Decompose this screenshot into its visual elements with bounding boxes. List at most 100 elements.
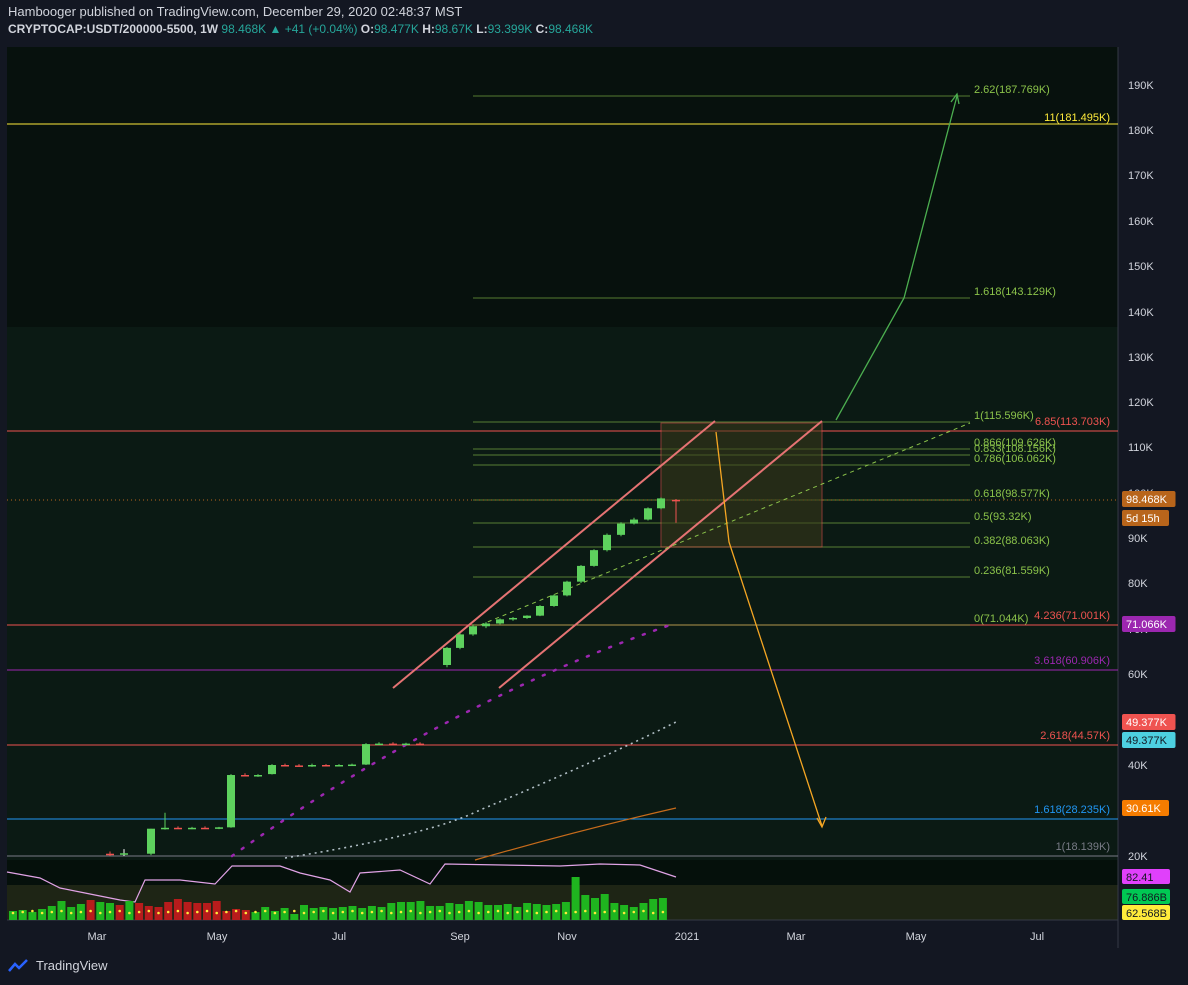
volume-ma-dot: [438, 909, 442, 913]
volume-ma-dot: [273, 911, 277, 915]
volume-ma-dot: [69, 911, 73, 915]
volume-ma-dot: [244, 911, 248, 915]
volume-ma-dot: [196, 910, 199, 914]
volume-bar: [280, 908, 289, 920]
footer: TradingView: [8, 958, 108, 973]
candle-body: [563, 581, 571, 596]
y-tick-label: 20K: [1128, 851, 1148, 863]
candle-body: [174, 827, 182, 830]
candle-body: [201, 827, 209, 830]
volume-ma-dot: [467, 909, 471, 913]
candle-body: [482, 623, 490, 627]
candle-body: [523, 615, 531, 618]
volume-ma-dot: [254, 910, 257, 914]
volume-ma-dot: [312, 910, 316, 914]
volume-bar: [513, 907, 522, 920]
price-badge: 49.377K: [1126, 717, 1168, 729]
volume-ma-dot: [40, 911, 44, 915]
candle-body: [295, 765, 303, 767]
volume-bar: [96, 902, 105, 920]
fib-label: 1(115.596K): [974, 410, 1034, 422]
volume-bar: [435, 906, 444, 920]
volume-bar: [571, 877, 580, 920]
volume-ma-dot: [545, 910, 548, 914]
volume-ma-dot: [370, 910, 374, 914]
candle-body: [254, 775, 262, 777]
candle-body: [617, 523, 625, 535]
volume-bar: [377, 907, 386, 920]
volume-ma-dot: [409, 909, 413, 913]
volume-ma-dot: [419, 911, 422, 915]
volume-bar: [629, 907, 638, 920]
candle-body: [536, 606, 544, 616]
volume-bar: [38, 909, 47, 920]
volume-ma-dot: [525, 909, 529, 913]
volume-bar: [319, 907, 328, 920]
volume-ma-dot: [574, 910, 577, 914]
x-tick-label: Jul: [1030, 931, 1044, 943]
y-tick-label: 180K: [1128, 125, 1154, 137]
volume-ma-dot: [263, 909, 267, 913]
candle-body: [402, 743, 410, 746]
volume-bar: [338, 907, 347, 920]
volume-ma-dot: [147, 909, 151, 913]
candle-body: [362, 744, 370, 765]
volume-bar: [561, 902, 570, 920]
x-tick-label: Mar: [787, 931, 806, 943]
volume-ma-dot: [399, 910, 403, 914]
fib-label: 0.236(81.559K): [974, 565, 1050, 577]
candle-body: [672, 499, 680, 502]
volume-ma-dot: [457, 910, 461, 914]
level-label: 3.618(60.906K): [1034, 655, 1110, 667]
x-tick-label: Nov: [557, 931, 577, 943]
volume-bar: [115, 905, 124, 920]
volume-ma-dot: [118, 909, 121, 913]
volume-ma-dot: [99, 911, 102, 915]
y-tick-label: 60K: [1128, 669, 1148, 681]
price-badge: 49.377K: [1126, 735, 1168, 747]
volume-ma-dot: [477, 911, 480, 915]
volume-bar: [241, 910, 250, 920]
x-tick-label: Jul: [332, 931, 346, 943]
candle-body: [550, 595, 558, 606]
y-tick-label: 170K: [1128, 170, 1154, 182]
volume-ma-dot: [603, 910, 606, 914]
volume-ma-dot: [157, 911, 160, 915]
volume-ma-dot: [390, 911, 393, 915]
y-tick-label: 120K: [1128, 397, 1154, 409]
volume-ma-dot: [293, 909, 296, 913]
volume-ma-dot: [564, 911, 568, 915]
candle-body: [241, 775, 249, 777]
candle-body: [106, 853, 114, 856]
fib-label: 0.382(88.063K): [974, 535, 1050, 547]
volume-bar: [183, 902, 192, 920]
volume-bar: [173, 899, 182, 920]
volume-ma-dot: [554, 909, 558, 913]
volume-badge: 82.41: [1126, 872, 1154, 884]
candle-body: [509, 617, 517, 620]
volume-bar: [649, 899, 658, 920]
volume-bar: [445, 903, 454, 920]
candle-body: [188, 827, 196, 830]
volume-bar: [591, 898, 599, 920]
fib-label: 0.5(93.32K): [974, 511, 1031, 523]
candle-body: [657, 498, 665, 509]
volume-bar: [144, 906, 153, 920]
volume-ma-dot: [535, 911, 539, 915]
x-tick-label: Sep: [450, 931, 470, 943]
volume-ma-dot: [89, 909, 92, 913]
plot-shade: [7, 47, 1118, 327]
level-label: 1(18.139K): [1056, 841, 1110, 853]
volume-bar: [28, 912, 37, 920]
volume-bar: [581, 895, 590, 920]
y-tick-label: 140K: [1128, 307, 1154, 319]
volume-ma-dot: [351, 909, 354, 913]
volume-ma-dot: [360, 911, 364, 915]
price-chart[interactable]: 190K180K170K160K150K140K130K120K110K100K…: [0, 0, 1188, 985]
candle-body: [227, 775, 235, 828]
volume-bar: [261, 907, 270, 920]
volume-bar: [494, 905, 502, 920]
volume-ma-dot: [137, 910, 141, 914]
brand-name[interactable]: TradingView: [36, 958, 108, 973]
y-tick-label: 110K: [1128, 442, 1154, 454]
